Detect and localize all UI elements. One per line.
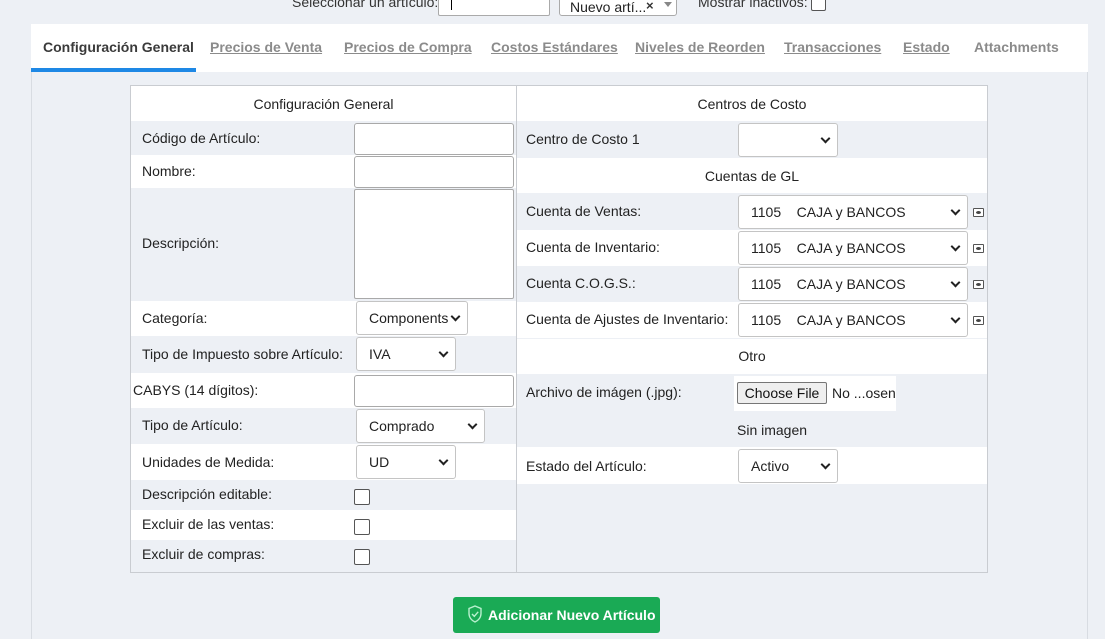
sales-account-select[interactable]: 1105 CAJA y BANCOS	[738, 195, 968, 229]
image-file-label: Archivo de imágen (.jpg):	[526, 384, 682, 400]
item-type-select[interactable]: Comprado	[356, 409, 485, 443]
item-type-label: Tipo de Artículo:	[142, 417, 243, 433]
item-select-value: Nuevo artí...	[570, 0, 647, 15]
view-account-icon[interactable]	[973, 316, 984, 325]
cogs-account-label: Cuenta C.O.G.S.:	[526, 275, 636, 291]
tab-label: Niveles de Reorden	[635, 39, 765, 55]
tab-label: Transacciones	[784, 39, 882, 55]
gl-accounts-header: Cuentas de GL	[704, 168, 800, 184]
tab-label: Costos Estándares	[491, 39, 618, 55]
exclude-purchases-label: Excluir de compras:	[142, 546, 265, 562]
name-input[interactable]	[354, 156, 514, 188]
chevron-down-icon	[467, 419, 478, 430]
tab-niveles-reorden[interactable]: Niveles de Reorden	[635, 24, 765, 72]
cabys-label: CABYS (14 dígitos):	[133, 382, 259, 398]
cost-center-1-label: Centro de Costo 1	[526, 131, 640, 147]
close-icon[interactable]: ×	[646, 0, 654, 13]
exclude-sales-label: Excluir de las ventas:	[142, 516, 275, 532]
exclude-purchases-checkbox[interactable]	[354, 549, 370, 565]
sales-account-value: 1105 CAJA y BANCOS	[751, 204, 906, 220]
tab-label: Attachments	[974, 39, 1059, 55]
item-select[interactable]: Nuevo artí... ×	[559, 0, 677, 16]
tab-label: Configuración General	[43, 39, 194, 55]
chevron-down-icon	[820, 133, 831, 144]
tab-estado[interactable]: Estado	[903, 24, 950, 72]
chevron-down-icon	[950, 277, 961, 288]
chevron-down-icon	[438, 455, 449, 466]
tax-type-value: IVA	[369, 346, 391, 362]
select-item-label: Seleccionar un artículo:	[292, 0, 439, 10]
adjust-account-value: 1105 CAJA y BANCOS	[751, 312, 906, 328]
item-status-value: Activo	[751, 458, 790, 474]
item-status-select[interactable]: Activo	[738, 449, 838, 483]
item-selector-bar: Seleccionar un artículo: Nuevo artí... ×…	[0, 0, 1105, 24]
chevron-down-icon	[664, 2, 672, 7]
inventory-account-label: Cuenta de Inventario:	[526, 239, 660, 255]
cogs-account-select[interactable]: 1105 CAJA y BANCOS	[738, 267, 968, 301]
view-account-icon[interactable]	[973, 208, 984, 217]
no-image-text: Sin imagen	[737, 422, 808, 438]
tab-transacciones[interactable]: Transacciones	[784, 24, 881, 72]
view-account-icon[interactable]	[973, 280, 984, 289]
cost-center-1-select[interactable]	[738, 123, 838, 157]
category-select[interactable]: Components	[356, 301, 468, 335]
adjust-account-label: Cuenta de Ajustes de Inventario:	[526, 311, 729, 327]
chevron-down-icon	[820, 459, 831, 470]
tab-label: Estado	[903, 39, 950, 55]
text-caret	[451, 0, 452, 10]
add-item-button[interactable]: Adicionar Nuevo Artículo	[453, 597, 660, 633]
item-code-label: Código de Artículo:	[142, 130, 261, 146]
chevron-down-icon	[450, 311, 461, 322]
description-textarea[interactable]	[354, 189, 514, 299]
tab-precios-venta[interactable]: Precios de Venta	[210, 24, 322, 72]
editable-desc-label: Descripción editable:	[142, 486, 272, 502]
chevron-down-icon	[950, 205, 961, 216]
editable-desc-checkbox[interactable]	[354, 489, 370, 505]
tax-type-select[interactable]: IVA	[356, 337, 456, 371]
item-code-input[interactable]	[354, 123, 514, 155]
choose-file-button[interactable]: Choose File	[737, 382, 827, 404]
units-label: Unidades de Medida:	[142, 454, 275, 470]
adjust-account-select[interactable]: 1105 CAJA y BANCOS	[738, 303, 968, 337]
tax-type-label: Tipo de Impuesto sobre Artículo:	[142, 346, 344, 362]
chevron-down-icon	[438, 347, 449, 358]
inventory-account-select[interactable]: 1105 CAJA y BANCOS	[738, 231, 968, 265]
tab-attachments[interactable]: Attachments	[974, 24, 1059, 72]
chevron-down-icon	[950, 313, 961, 324]
chevron-down-icon	[950, 241, 961, 252]
units-select[interactable]: UD	[356, 445, 456, 479]
other-header: Otro	[738, 348, 766, 364]
general-config-header: Configuración General	[253, 96, 394, 112]
add-item-label: Adicionar Nuevo Artículo	[488, 607, 656, 623]
tab-costos-estandares[interactable]: Costos Estándares	[491, 24, 618, 72]
item-status-label: Estado del Artículo:	[526, 458, 647, 474]
cogs-account-value: 1105 CAJA y BANCOS	[751, 276, 906, 292]
tab-label: Precios de Compra	[344, 39, 472, 55]
name-label: Nombre:	[142, 163, 196, 179]
item-type-value: Comprado	[369, 418, 435, 434]
tab-precios-compra[interactable]: Precios de Compra	[344, 24, 472, 72]
sales-account-label: Cuenta de Ventas:	[526, 203, 642, 219]
category-value: Components	[369, 310, 449, 326]
inventory-account-value: 1105 CAJA y BANCOS	[751, 240, 906, 256]
cost-centers-header: Centros de Costo	[697, 96, 807, 112]
cabys-input[interactable]	[354, 375, 514, 407]
description-label: Descripción:	[142, 235, 220, 251]
view-account-icon[interactable]	[973, 244, 984, 253]
shield-check-icon	[468, 605, 482, 623]
exclude-sales-checkbox[interactable]	[354, 519, 370, 535]
tab-label: Precios de Venta	[210, 39, 323, 55]
show-inactive-label: Mostrar inactivos:	[698, 0, 808, 10]
tab-configuracion-general[interactable]: Configuración General	[43, 24, 194, 72]
item-search-input[interactable]	[438, 0, 550, 16]
show-inactive-checkbox[interactable]	[811, 0, 826, 11]
file-status-text: No ...osen	[832, 385, 896, 401]
category-label: Categoría:	[142, 310, 208, 326]
units-value: UD	[369, 454, 390, 470]
